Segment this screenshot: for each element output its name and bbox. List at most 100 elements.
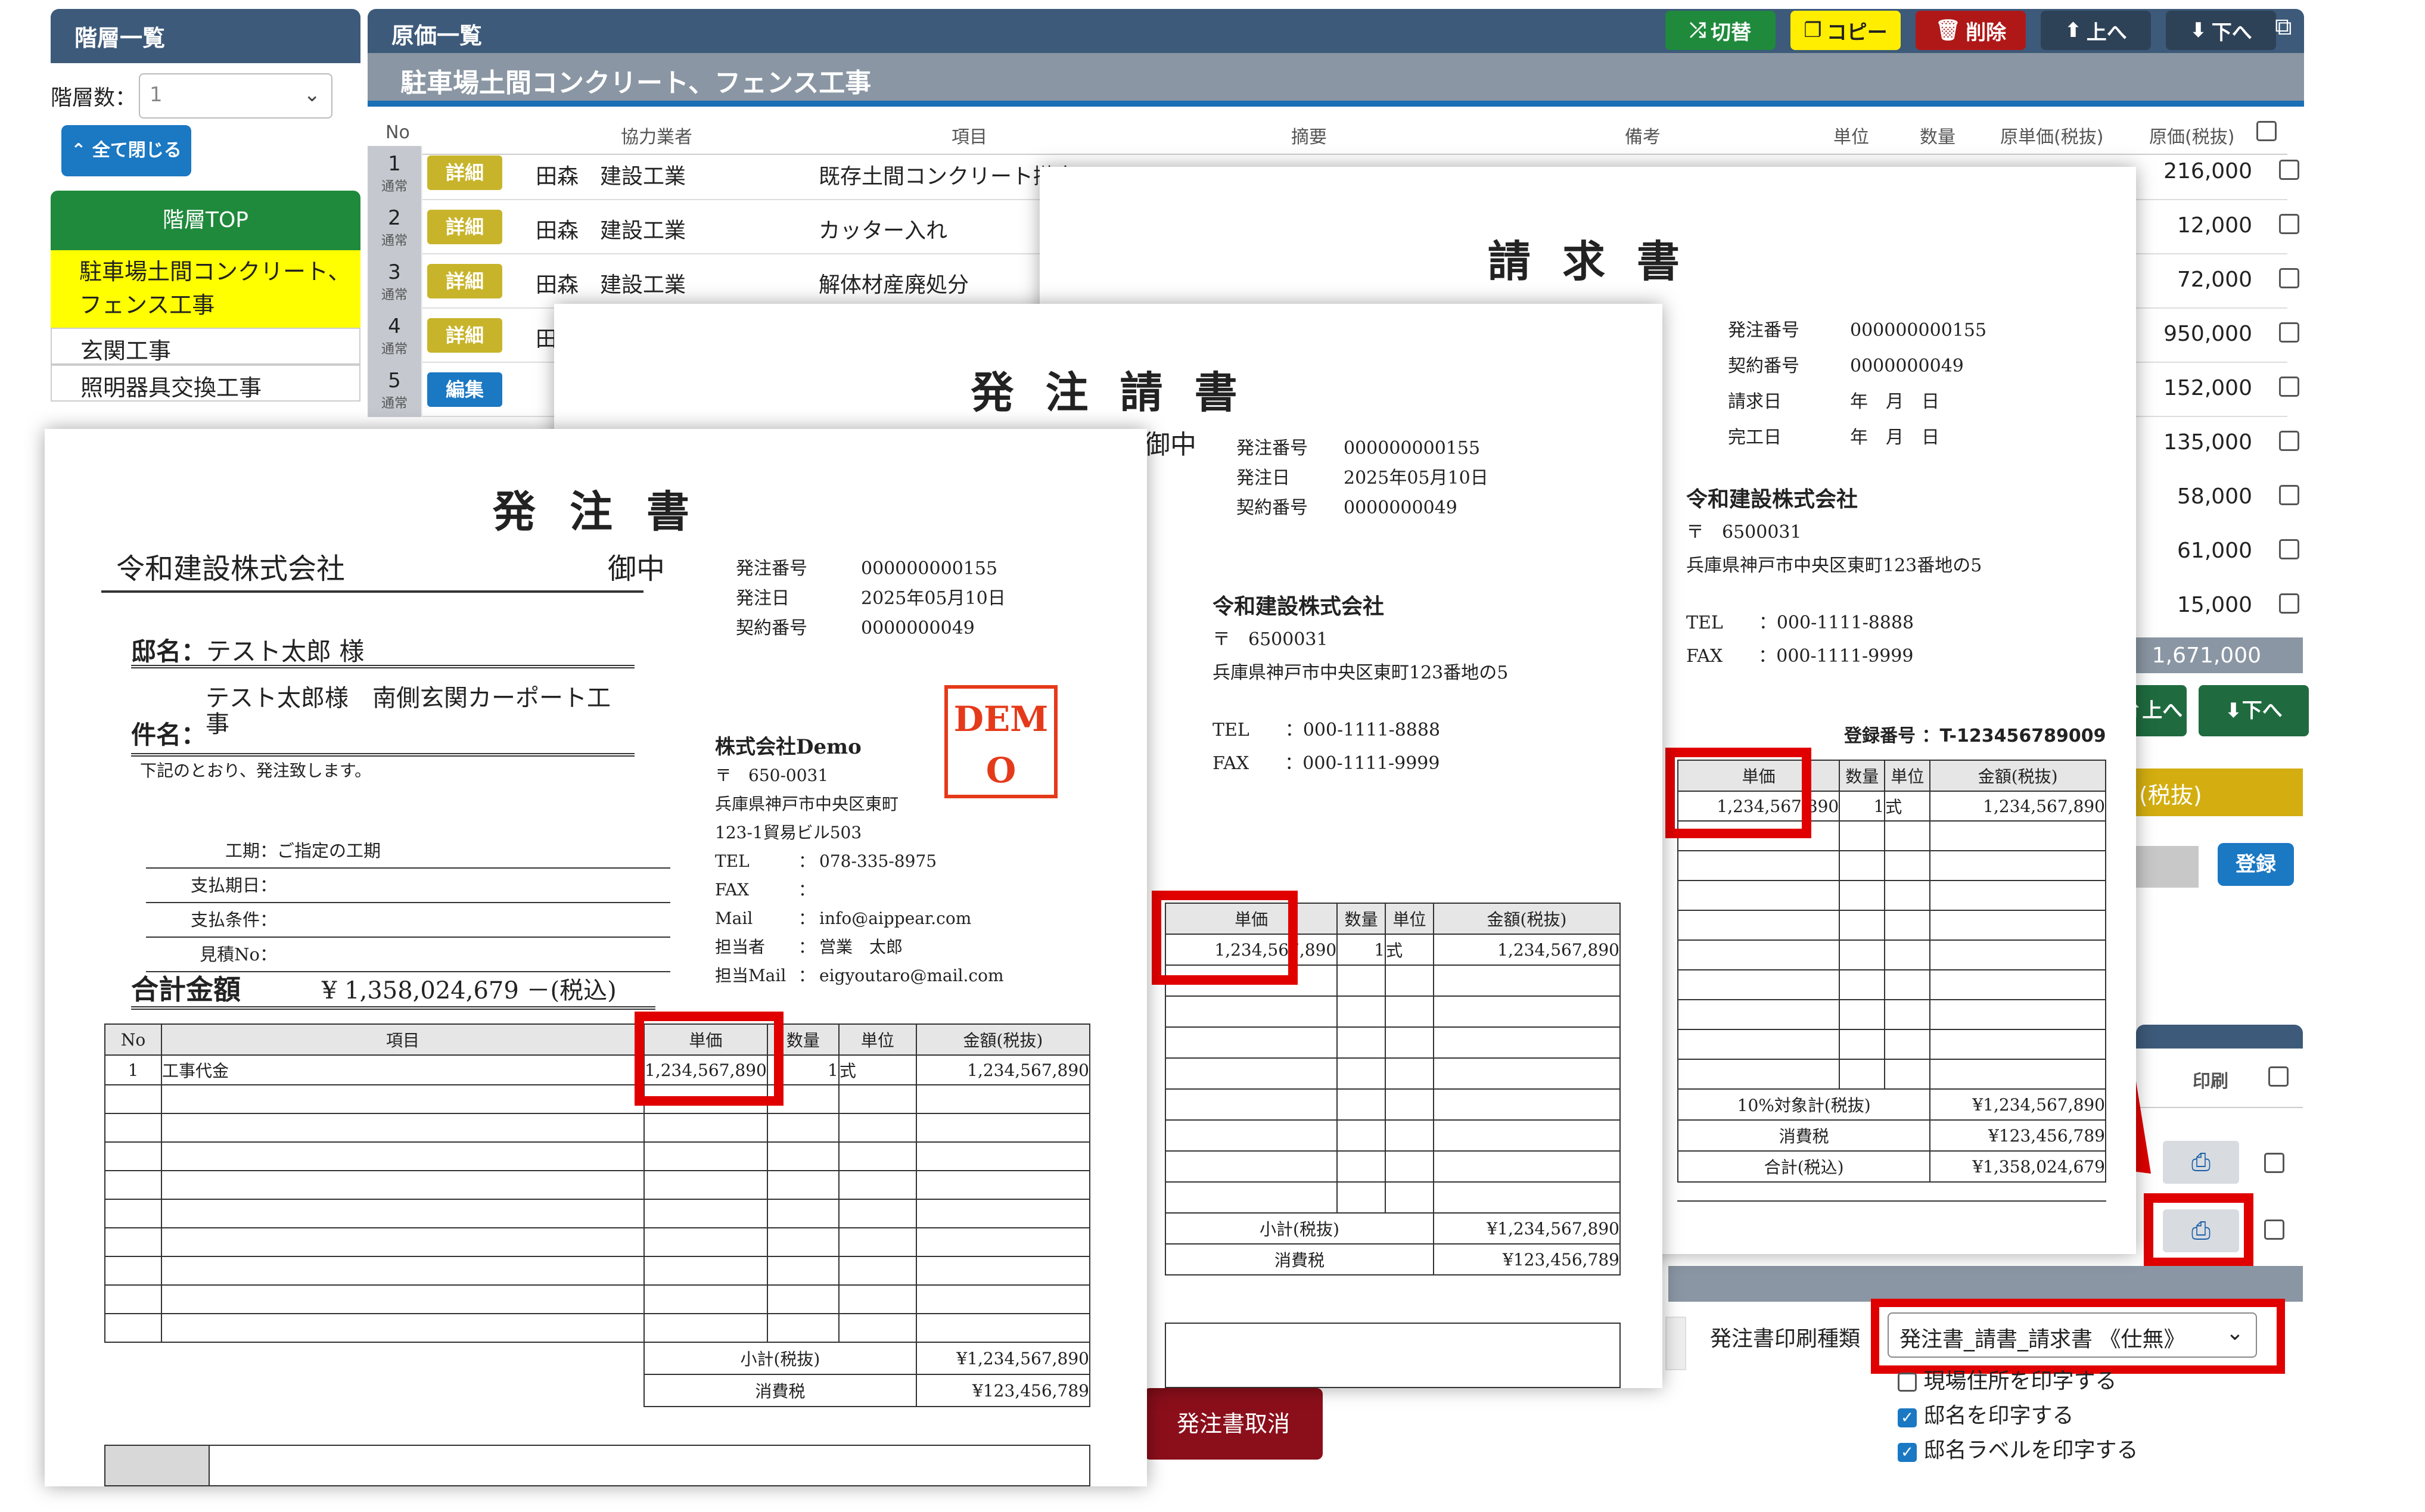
row-checkbox[interactable] <box>2279 268 2299 288</box>
col-cost: 原価(税抜) <box>2149 127 2235 148</box>
total-row: 1,671,000 <box>2121 637 2303 673</box>
print-panel-footer <box>1668 1266 2303 1302</box>
option-site-address[interactable]: 現場住所を印字する <box>1898 1364 2255 1399</box>
print-header: 印刷 <box>2193 1071 2228 1092</box>
row-checkbox[interactable] <box>2279 322 2299 343</box>
print-type-label: 発注書印刷種類 <box>1710 1327 1861 1351</box>
print-row-checkbox[interactable] <box>2264 1153 2284 1173</box>
print-button[interactable]: ⎙ <box>2163 1141 2239 1184</box>
arrow-up-icon: ⬆ <box>2065 18 2082 42</box>
switch-button[interactable]: ⤮ 切替 <box>1665 11 1776 50</box>
row-no: 5 <box>388 369 401 393</box>
copy-icon: ❐ <box>1804 18 1822 42</box>
col-unit: 単位 <box>1833 127 1869 148</box>
select-all-checkbox[interactable] <box>2256 121 2277 141</box>
invoice-reg-no: 登録番号 ：T-123456789009 <box>1844 726 2106 746</box>
row-type: 通常 <box>381 179 408 194</box>
row-checkbox[interactable] <box>2279 485 2299 505</box>
invoice-title: 請 求 書 <box>1487 236 1689 287</box>
total-amount: 1,671,000 <box>2152 643 2261 668</box>
hierarchy-top-button[interactable]: 階層TOP <box>51 191 360 250</box>
row-vendor: 田森 建設工業 <box>536 164 686 189</box>
detail-button[interactable]: 詳細 <box>427 155 502 190</box>
print-select-all-checkbox[interactable] <box>2268 1066 2289 1087</box>
row-checkbox[interactable] <box>2279 377 2299 397</box>
col-qty: 数量 <box>1920 127 1955 148</box>
left-input-box[interactable] <box>1665 1317 1686 1370</box>
highlight-print-type <box>1871 1299 2285 1374</box>
row-item: 解体材産廃処分 <box>819 273 969 297</box>
company-seal-stamp: DEMO <box>944 685 1058 798</box>
project-title: 駐車場土間コンクリート、フェンス工事 <box>400 68 872 98</box>
invoice-fields: 発注番号 000000000155 契約番号 0000000049 請求日年 月 日… <box>1728 320 1987 448</box>
row-type: 通常 <box>381 342 408 357</box>
order-recipient: 令和建設株式会社 <box>101 545 643 593</box>
detail-button[interactable]: 詳細 <box>427 210 502 244</box>
detail-button[interactable]: 詳細 <box>427 264 502 298</box>
hierarchy-count-value: 1 <box>150 83 163 107</box>
delete-button[interactable]: 🗑 削除 <box>1916 11 2026 50</box>
order-fields: 発注番号 000000000155 発注日 2025年05月10日 契約番号 0000… <box>736 558 1006 639</box>
row-checkbox[interactable] <box>2279 160 2299 180</box>
row-item: 既存土間コンクリート撤去 <box>819 164 1077 189</box>
row-checkbox[interactable] <box>2279 539 2299 559</box>
col-unit-cost: 原単価(税抜) <box>2000 127 2104 148</box>
checkbox-checked-icon: ✓ <box>1898 1408 1917 1427</box>
collapse-all-button[interactable]: ⌃ 全て閉じる <box>61 125 191 176</box>
move-up-button[interactable]: ⬆ 上へ <box>2041 11 2151 50</box>
external-link-icon[interactable]: ⧉ <box>2275 13 2292 41</box>
cancel-order-button[interactable]: 発注書取消 <box>1144 1388 1323 1460</box>
register-button[interactable]: 登録 <box>2218 843 2294 886</box>
detail-button[interactable]: 詳細 <box>427 318 502 353</box>
app-screen: 階層一覧 階層数： 1 ⌄ ⌃ 全て閉じる 階層TOP 駐車場土間コンクリート、… <box>0 0 2425 1512</box>
arrow-down-icon: ⬇ <box>2190 18 2207 42</box>
print-row-checkbox[interactable] <box>2264 1219 2284 1240</box>
acceptance-fields: 発注番号 000000000155 発注日 2025年05月10日 契約番号 0000… <box>1236 438 1488 518</box>
copy-button[interactable]: ❐ コピー <box>1790 11 1901 50</box>
acceptance-recipient: 令和建設株式会社 〒 6500031 兵庫県神戸市中央区東町123番地の5 TE… <box>1212 594 1509 774</box>
trash-icon: 🗑 <box>1935 18 1961 42</box>
row-checkbox[interactable] <box>2279 214 2299 234</box>
order-title: 発 注 書 <box>492 486 699 537</box>
acceptance-onchu: 御中 <box>1144 430 1196 460</box>
hierarchy-item-entrance[interactable]: 玄関工事 <box>51 328 360 365</box>
option-house-label[interactable]: ✓ 邸名ラベルを印字する <box>1898 1433 2255 1468</box>
col-remarks: 備考 <box>1625 127 1661 148</box>
hierarchy-title: 階層一覧 <box>51 9 360 63</box>
row-checkbox[interactable] <box>2279 431 2299 451</box>
hierarchy-panel: 階層一覧 階層数： 1 ⌄ ⌃ 全て閉じる 階層TOP 駐車場土間コンクリート、… <box>51 9 360 426</box>
order-document: 発 注 書 令和建設株式会社 御中 発注番号 000000000155 発注日 20… <box>45 429 1147 1486</box>
project-title-bar: 駐車場土間コンクリート、フェンス工事 <box>368 53 2304 107</box>
hierarchy-item-lighting[interactable]: 照明器具交換工事 <box>51 365 360 402</box>
arrow-down-icon: ⬇ <box>2225 699 2242 723</box>
tax-header-bar: (税抜) <box>2121 769 2303 816</box>
col-vendor: 協力業者 <box>621 127 692 148</box>
hierarchy-count-select[interactable]: 1 ⌄ <box>139 73 332 119</box>
cost-title: 原価一覧 <box>391 23 483 49</box>
invoice-recipient: 令和建設株式会社 〒 6500031 兵庫県神戸市中央区東町123番地の5 TE… <box>1686 487 1982 667</box>
row-type: 通常 <box>381 396 408 411</box>
row-checkbox[interactable] <box>2279 593 2299 614</box>
hierarchy-count-label: 階層数： <box>51 86 137 110</box>
move-down-button[interactable]: ⬇ 下へ <box>2166 11 2276 50</box>
checkbox-checked-icon: ✓ <box>1898 1443 1917 1462</box>
highlight-print-button <box>2144 1193 2253 1267</box>
row-type: 通常 <box>381 288 408 303</box>
shuffle-icon: ⤮ <box>1689 18 1706 42</box>
edit-button[interactable]: 編集 <box>427 372 502 407</box>
print-options: 現場住所を印字する ✓ 邸名を印字する ✓ 邸名ラベルを印字する <box>1898 1364 2255 1468</box>
acceptance-remarks-box <box>1165 1323 1621 1388</box>
order-onchu: 御中 <box>608 552 666 586</box>
row-vendor: 田森 建設工業 <box>536 219 686 243</box>
option-house-name[interactable]: ✓ 邸名を印字する <box>1898 1399 2255 1433</box>
collapse-icon: ⌃ <box>71 140 86 161</box>
cost-amount: 72,000 <box>2177 267 2252 292</box>
bottom-down-button[interactable]: ⬇下へ <box>2199 685 2309 736</box>
order-terms: 工期：ご指定の工期 支払期日： 支払条件： 見積No： <box>146 834 670 972</box>
cost-amount: 12,000 <box>2177 213 2252 238</box>
acceptance-title: 発 注 請 書 <box>971 367 1246 418</box>
cost-amount: 152,000 <box>2163 376 2252 400</box>
hierarchy-item-parking[interactable]: 駐車場土間コンクリート、 フェンス工事 <box>51 250 360 328</box>
row-no: 3 <box>388 260 401 284</box>
cost-amount: 61,000 <box>2177 539 2252 563</box>
